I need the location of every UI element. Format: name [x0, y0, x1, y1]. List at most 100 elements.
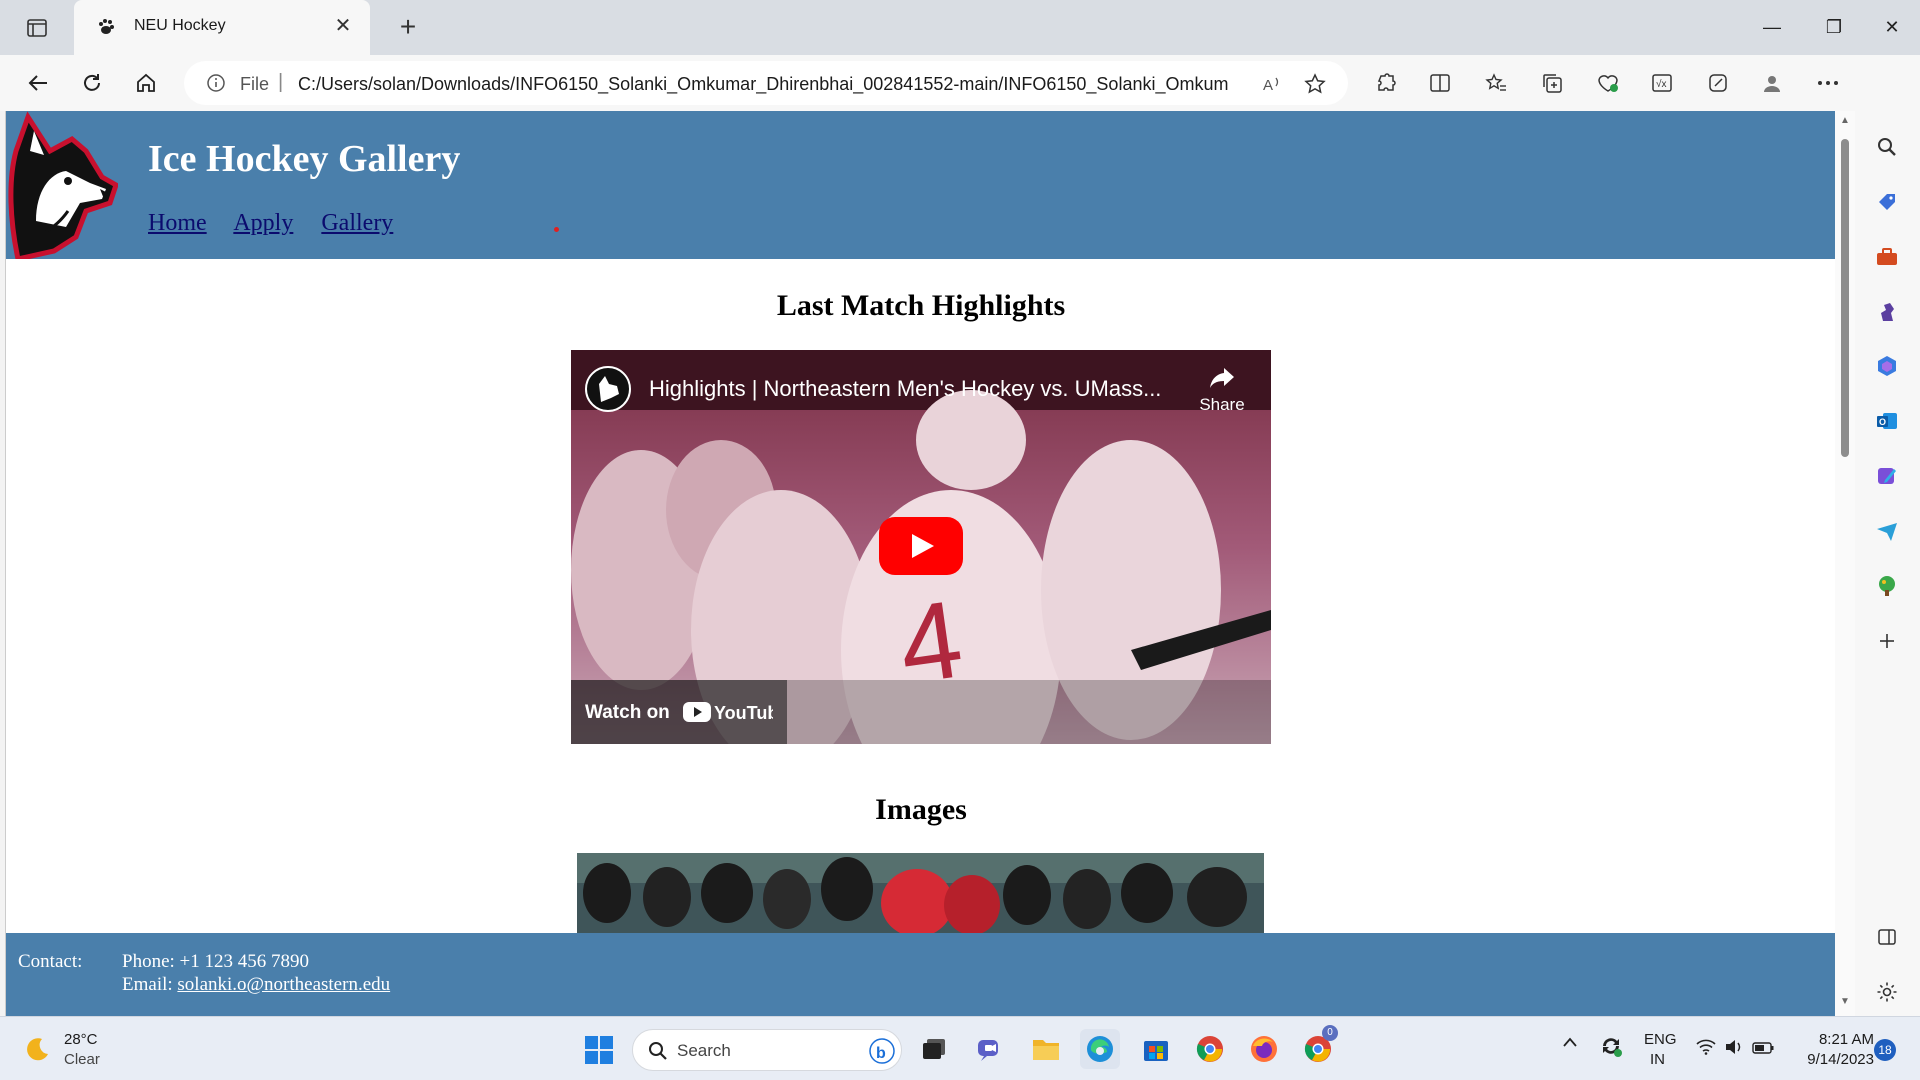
email-link[interactable]: solanki.o@northeastern.edu [177, 974, 390, 995]
youtube-wordmark: YouTube [714, 703, 773, 723]
math-solver-icon[interactable]: √x [1646, 67, 1678, 99]
feedback-icon[interactable] [1702, 67, 1734, 99]
channel-avatar[interactable] [585, 366, 631, 412]
nav-link-apply[interactable]: Apply [233, 210, 293, 236]
play-icon [912, 534, 934, 558]
contact-label: Contact: [18, 951, 83, 972]
address-bar[interactable]: File | C:/Users/solan/Downloads/INFO6150… [184, 61, 1348, 105]
minimize-button[interactable]: — [1752, 12, 1792, 42]
address-url[interactable]: C:/Users/solan/Downloads/INFO6150_Solank… [298, 74, 1228, 95]
weather-temperature[interactable]: 28°C [64, 1031, 98, 1048]
tree-game-icon[interactable] [1871, 570, 1903, 602]
games-chess-icon[interactable] [1871, 295, 1903, 327]
nav-link-home[interactable]: Home [148, 210, 207, 236]
clock-date[interactable]: 9/14/2023 [1788, 1051, 1874, 1068]
file-explorer-icon[interactable] [1026, 1029, 1066, 1069]
tab-actions-icon[interactable] [14, 13, 60, 43]
scroll-up-arrow-icon[interactable]: ▲ [1839, 115, 1851, 127]
new-tab-button[interactable]: + [392, 12, 424, 44]
highlights-heading: Last Match Highlights [776, 289, 1066, 322]
wifi-icon[interactable] [1696, 1039, 1716, 1059]
hide-sidebar-icon[interactable] [1871, 921, 1903, 953]
microsoft-store-icon[interactable] [1136, 1029, 1176, 1069]
weather-description[interactable]: Clear [64, 1051, 100, 1068]
address-scheme: File [240, 74, 270, 94]
site-title: Ice Hockey Gallery [148, 138, 461, 180]
notification-count-badge[interactable]: 18 [1874, 1039, 1896, 1061]
sync-icon[interactable] [1598, 1033, 1624, 1063]
youtube-embed[interactable]: 4 Highlights | Northeastern Men's Hockey… [571, 350, 1271, 744]
moon-weather-icon[interactable] [24, 1035, 52, 1063]
firefox-icon[interactable] [1244, 1029, 1284, 1069]
volume-icon[interactable] [1724, 1039, 1744, 1059]
search-icon [647, 1040, 669, 1062]
bing-icon: b [869, 1038, 895, 1069]
task-view-icon[interactable] [914, 1029, 954, 1069]
svg-text:A: A [1263, 77, 1273, 94]
browser-essentials-icon[interactable] [1592, 67, 1624, 99]
close-tab-icon[interactable]: ✕ [332, 15, 354, 37]
red-dot [554, 227, 559, 232]
share-icon [1210, 368, 1234, 388]
chrome-profile-icon[interactable]: 0 [1298, 1025, 1338, 1069]
add-sidebar-app-icon[interactable] [1871, 625, 1903, 657]
husky-logo [6, 111, 120, 262]
teams-chat-icon[interactable] [970, 1029, 1010, 1069]
refresh-icon[interactable] [74, 65, 110, 101]
scroll-thumb[interactable] [1841, 139, 1849, 457]
taskbar-search[interactable]: Search b [632, 1029, 902, 1071]
tab-title: NEU Hockey [134, 17, 226, 34]
designer-icon[interactable] [1871, 460, 1903, 492]
info-icon[interactable] [206, 73, 226, 93]
youtube-logo: YouTube [683, 698, 788, 731]
restore-button[interactable]: ❐ [1814, 12, 1854, 42]
profile-avatar-icon[interactable] [1756, 67, 1788, 99]
outlook-icon[interactable]: O [1871, 405, 1903, 437]
svg-text:√x: √x [1656, 78, 1667, 90]
page-scrollbar[interactable]: ▲ ▼ [1835, 111, 1855, 1016]
contact-phone: Phone: +1 123 456 7890 [122, 951, 309, 972]
read-aloud-icon[interactable]: A [1260, 71, 1286, 97]
clock-time[interactable]: 8:21 AM [1794, 1031, 1874, 1048]
send-telegram-icon[interactable] [1871, 515, 1903, 547]
home-icon[interactable] [128, 65, 164, 101]
play-button[interactable] [879, 517, 963, 575]
more-menu-icon[interactable] [1812, 67, 1844, 99]
back-icon[interactable] [20, 65, 56, 101]
collections-icon[interactable] [1536, 67, 1568, 99]
scroll-down-arrow-icon[interactable]: ▼ [1839, 996, 1851, 1008]
images-heading: Images [875, 793, 967, 826]
favorites-icon[interactable] [1480, 67, 1512, 99]
edge-browser-icon[interactable] [1080, 1029, 1120, 1069]
sidebar-search-icon[interactable] [1871, 131, 1903, 163]
address-separator: | [278, 71, 284, 93]
share-button[interactable]: Share [1187, 366, 1257, 415]
video-title[interactable]: Highlights | Northeastern Men's Hockey v… [649, 376, 1161, 402]
share-label: Share [1199, 395, 1245, 414]
close-window-button[interactable]: ✕ [1872, 12, 1912, 42]
windows-start-icon[interactable] [584, 1035, 614, 1065]
gallery-image [577, 853, 1264, 933]
extensions-icon[interactable] [1370, 67, 1402, 99]
watch-on-youtube-button[interactable]: Watch on YouTube [571, 680, 788, 744]
tools-briefcase-icon[interactable] [1871, 241, 1903, 273]
microsoft-365-icon[interactable] [1871, 350, 1903, 382]
site-header: Ice Hockey Gallery Home Apply Gallery [6, 111, 1835, 262]
nav-link-gallery[interactable]: Gallery [321, 210, 393, 236]
split-screen-icon[interactable] [1424, 67, 1456, 99]
language-top[interactable]: ENG [1644, 1031, 1677, 1048]
chrome-icon[interactable] [1190, 1029, 1230, 1069]
edge-sidebar: O [1855, 55, 1920, 1016]
settings-gear-icon[interactable] [1871, 976, 1903, 1008]
page-viewport: Ice Hockey Gallery Home Apply Gallery La… [5, 111, 1835, 1016]
favorite-star-icon[interactable] [1302, 71, 1328, 97]
watch-on-label: Watch on [585, 702, 670, 723]
battery-icon[interactable] [1752, 1041, 1774, 1058]
chrome-badge: 0 [1322, 1025, 1338, 1041]
title-bar: NEU Hockey ✕ + — ❐ ✕ [0, 0, 1920, 55]
browser-tab[interactable]: NEU Hockey ✕ [74, 0, 370, 55]
show-hidden-icons-icon[interactable] [1562, 1035, 1578, 1052]
email-label: Email: [122, 974, 173, 995]
language-bottom[interactable]: IN [1650, 1051, 1665, 1068]
shopping-tag-icon[interactable] [1871, 186, 1903, 218]
